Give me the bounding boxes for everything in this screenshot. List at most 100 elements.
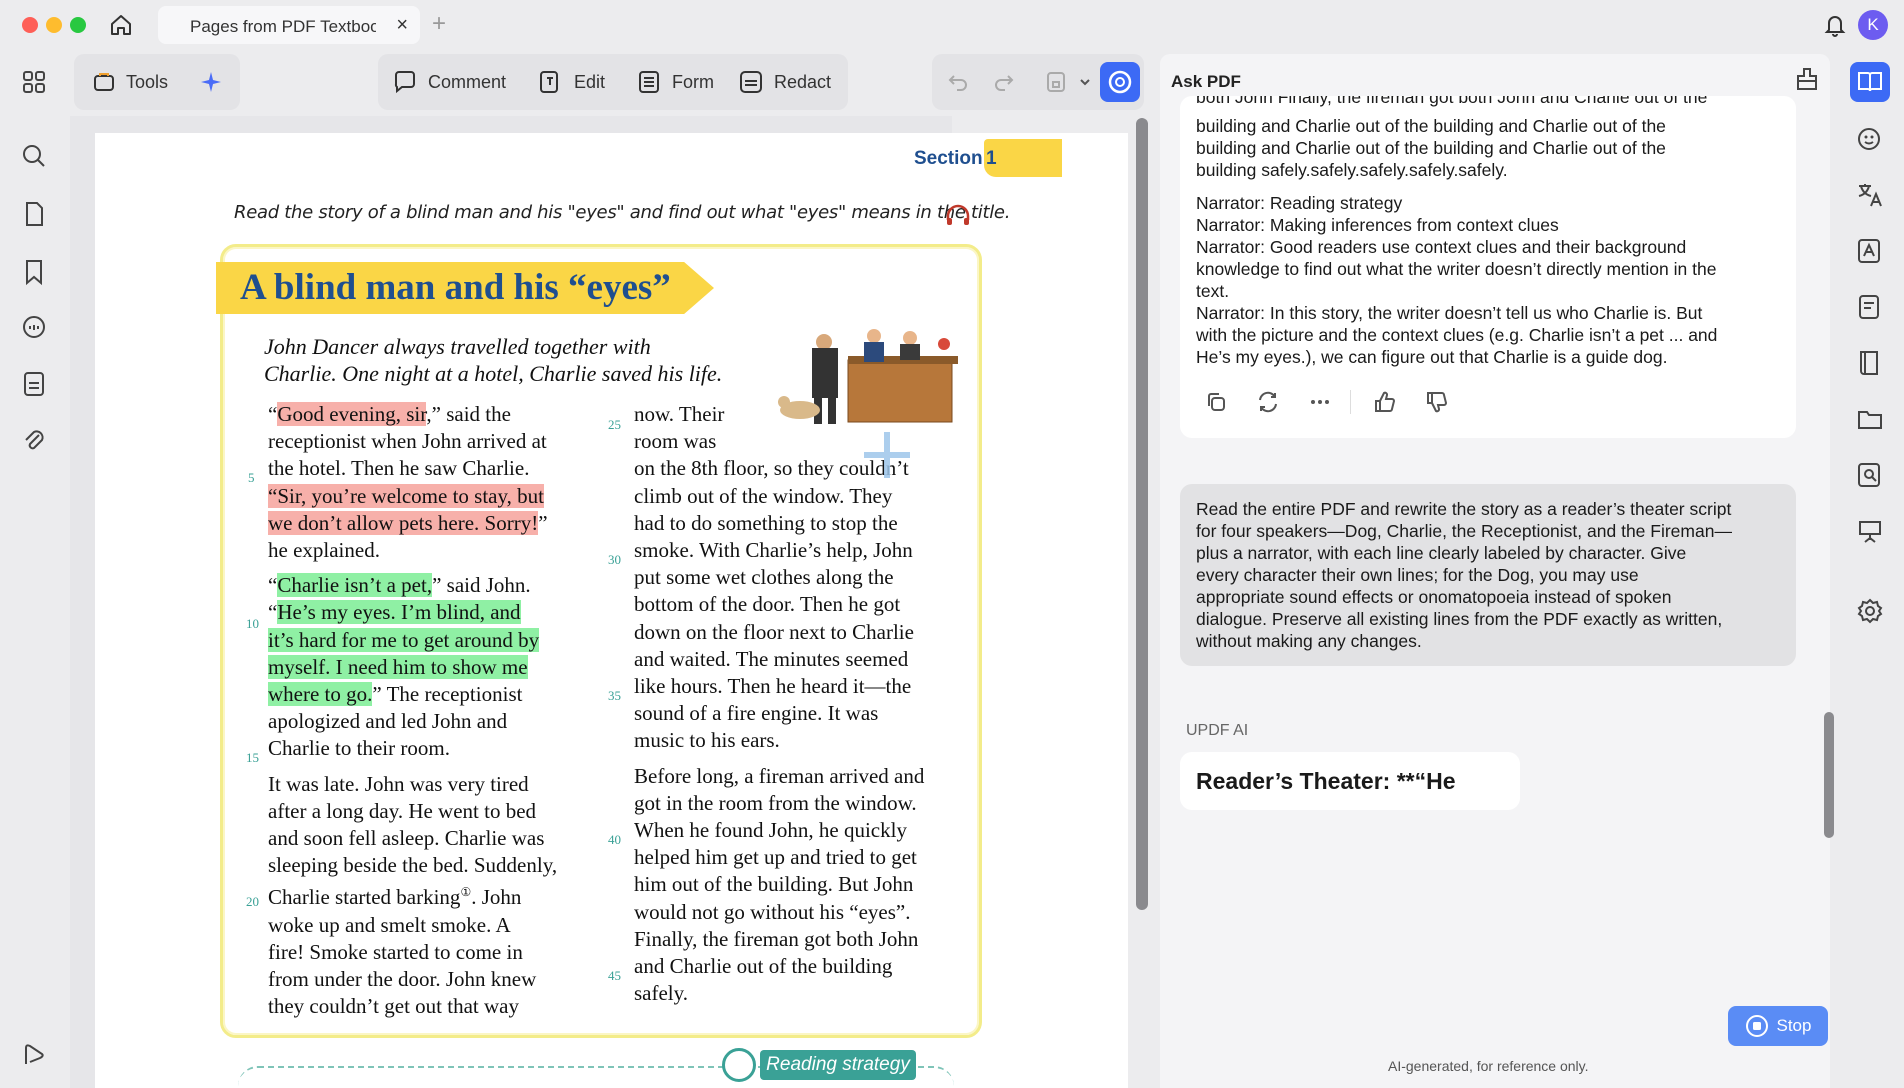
- headphones-icon[interactable]: [944, 202, 972, 228]
- left-sidebar: [0, 50, 70, 1088]
- document-icon[interactable]: [20, 370, 48, 398]
- comment-button[interactable]: Comment: [392, 66, 506, 98]
- chevron-down-icon[interactable]: [1078, 66, 1102, 98]
- search-document-icon[interactable]: [1855, 460, 1885, 490]
- story-line: and Charlie out of the building: [634, 954, 893, 979]
- copy-icon[interactable]: [1204, 390, 1228, 414]
- layers-icon[interactable]: [20, 1040, 48, 1068]
- crosshair-cursor-icon: [862, 430, 912, 480]
- close-window-button[interactable]: [22, 17, 38, 33]
- tab-close-icon[interactable]: ×: [396, 14, 408, 37]
- comments-icon[interactable]: [20, 314, 48, 342]
- highlighted-text[interactable]: it’s hard for me to get around by: [268, 627, 540, 652]
- story-line: climb out of the window. They: [634, 483, 893, 508]
- clear-chat-icon[interactable]: [1794, 66, 1820, 92]
- ai-text-line: He’s my eyes.), we can figure out that C…: [1196, 347, 1668, 367]
- story-line: the hotel. Then he saw Charlie.: [268, 456, 530, 481]
- new-tab-icon[interactable]: +: [432, 10, 446, 38]
- redo-icon[interactable]: [992, 66, 1026, 98]
- story-line: we don’t allow pets here. Sorry!”: [268, 510, 548, 535]
- settings-gear-icon[interactable]: [1855, 596, 1885, 626]
- ai-text-line: every character their own lines; for the…: [1196, 565, 1639, 585]
- highlighted-text[interactable]: where to go.: [268, 682, 373, 707]
- intro-text: Read the story of a blind man and his "e…: [234, 202, 1011, 223]
- search-icon[interactable]: [20, 142, 48, 170]
- story-line: safely.: [634, 981, 689, 1006]
- translate-icon[interactable]: [1855, 180, 1885, 210]
- ai-text-line: Narrator: Reading strategy: [1196, 193, 1403, 213]
- highlighted-text[interactable]: Charlie isn’t a pet,: [277, 573, 433, 598]
- ai-text-line: Narrator: In this story, the writer does…: [1196, 303, 1703, 323]
- stop-icon: [1745, 1015, 1768, 1037]
- highlighted-text[interactable]: myself. I need him to show me: [268, 654, 528, 679]
- reading-strategy-tag: Reading strategy: [760, 1050, 916, 1080]
- thumbs-up-icon[interactable]: [1372, 390, 1396, 414]
- redact-button[interactable]: Redact: [738, 66, 831, 98]
- highlighted-text[interactable]: Good evening, sir: [277, 402, 427, 426]
- more-options-icon[interactable]: [1308, 390, 1332, 414]
- form-button[interactable]: Form: [636, 66, 714, 98]
- tools-label: Tools: [126, 71, 169, 92]
- story-line: after a long day. He went to bed: [268, 798, 537, 823]
- story-line: Before long, a fireman arrived and: [634, 763, 925, 788]
- highlighted-text[interactable]: “Sir, you’re welcome to stay, but: [268, 483, 544, 508]
- undo-icon[interactable]: [946, 66, 980, 98]
- user-message-text: Read the entire PDF and rewrite the stor…: [1196, 498, 1732, 652]
- ai-assistant-toggle[interactable]: [1100, 62, 1140, 102]
- thumbnails-grid-icon[interactable]: [20, 68, 48, 96]
- highlighted-text[interactable]: He’s my eyes. I’m blind, and: [277, 600, 521, 625]
- thumbs-down-icon[interactable]: [1424, 390, 1448, 414]
- story-line: [268, 564, 557, 572]
- assistant-label: UPDF AI: [1186, 722, 1249, 739]
- ai-panel-scrollbar[interactable]: [1824, 712, 1834, 838]
- story-line: “Sir, you’re welcome to stay, but: [268, 483, 557, 510]
- section-number-tag: 1: [984, 139, 1062, 177]
- story-line: Charlie to their room.: [268, 736, 450, 761]
- presentation-icon[interactable]: [1855, 516, 1885, 546]
- history-group: [932, 54, 1144, 110]
- highlighted-text[interactable]: we don’t allow pets here. Sorry!: [268, 510, 539, 535]
- home-icon[interactable]: [108, 12, 134, 38]
- story-line: and soon fell asleep. Charlie was: [268, 826, 545, 851]
- bookmark-icon[interactable]: [20, 258, 48, 286]
- ai-response-fragment-text: both John Finally, the fireman got both …: [1196, 96, 1708, 107]
- attachment-icon[interactable]: [20, 426, 48, 454]
- ai-sparkle-button[interactable]: [198, 66, 234, 98]
- document-tab[interactable]: Pages from PDF Textbook ×: [158, 6, 420, 44]
- ai-text-icon[interactable]: [1855, 236, 1885, 266]
- story-line: [268, 763, 557, 771]
- story-line: they couldn’t get out that way: [268, 994, 519, 1019]
- line-number: 40: [608, 832, 621, 847]
- user-avatar[interactable]: K: [1858, 10, 1888, 40]
- story-line: sound of a fire engine. It was: [634, 701, 879, 726]
- ask-pdf-title: Ask PDF: [1171, 72, 1241, 91]
- story-line: receptionist when John arrived at: [268, 429, 547, 454]
- story-line: had to do something to stop the: [634, 510, 898, 535]
- story-line: and waited. The minutes seemed: [634, 646, 909, 671]
- streaming-response-text: Reader’s Theater: **“He: [1196, 768, 1456, 794]
- document-scrollbar[interactable]: [1136, 118, 1148, 910]
- story-line: would not go without his “eyes”.: [634, 899, 911, 924]
- folder-ai-icon[interactable]: [1855, 404, 1885, 434]
- regenerate-icon[interactable]: [1256, 390, 1280, 414]
- book-icon[interactable]: [1855, 348, 1885, 378]
- maximize-window-button[interactable]: [70, 17, 86, 33]
- story-line: helped him get up and tried to get: [634, 845, 917, 870]
- story-line: now. Their: [634, 402, 725, 426]
- story-line: Finally, the fireman got both John: [634, 926, 919, 951]
- line-number: 35: [608, 688, 621, 703]
- edit-label: Edit: [574, 71, 606, 92]
- tab-title: Pages from PDF Textbook: [190, 17, 376, 36]
- chat-bot-icon[interactable]: [1855, 124, 1885, 154]
- stop-generation-button[interactable]: Stop: [1728, 1006, 1828, 1046]
- minimize-window-button[interactable]: [46, 17, 62, 33]
- ask-pdf-tab[interactable]: [1850, 62, 1890, 102]
- notification-bell-icon[interactable]: [1822, 12, 1848, 38]
- page-icon[interactable]: [20, 200, 48, 228]
- tools-button[interactable]: Tools: [92, 66, 168, 98]
- summarize-icon[interactable]: [1855, 292, 1885, 322]
- story-line: [634, 755, 924, 763]
- save-icon[interactable]: [1044, 66, 1078, 98]
- edit-button[interactable]: Edit: [538, 66, 605, 98]
- ai-text-line: building safely.safely.safely.safely.saf…: [1196, 160, 1508, 180]
